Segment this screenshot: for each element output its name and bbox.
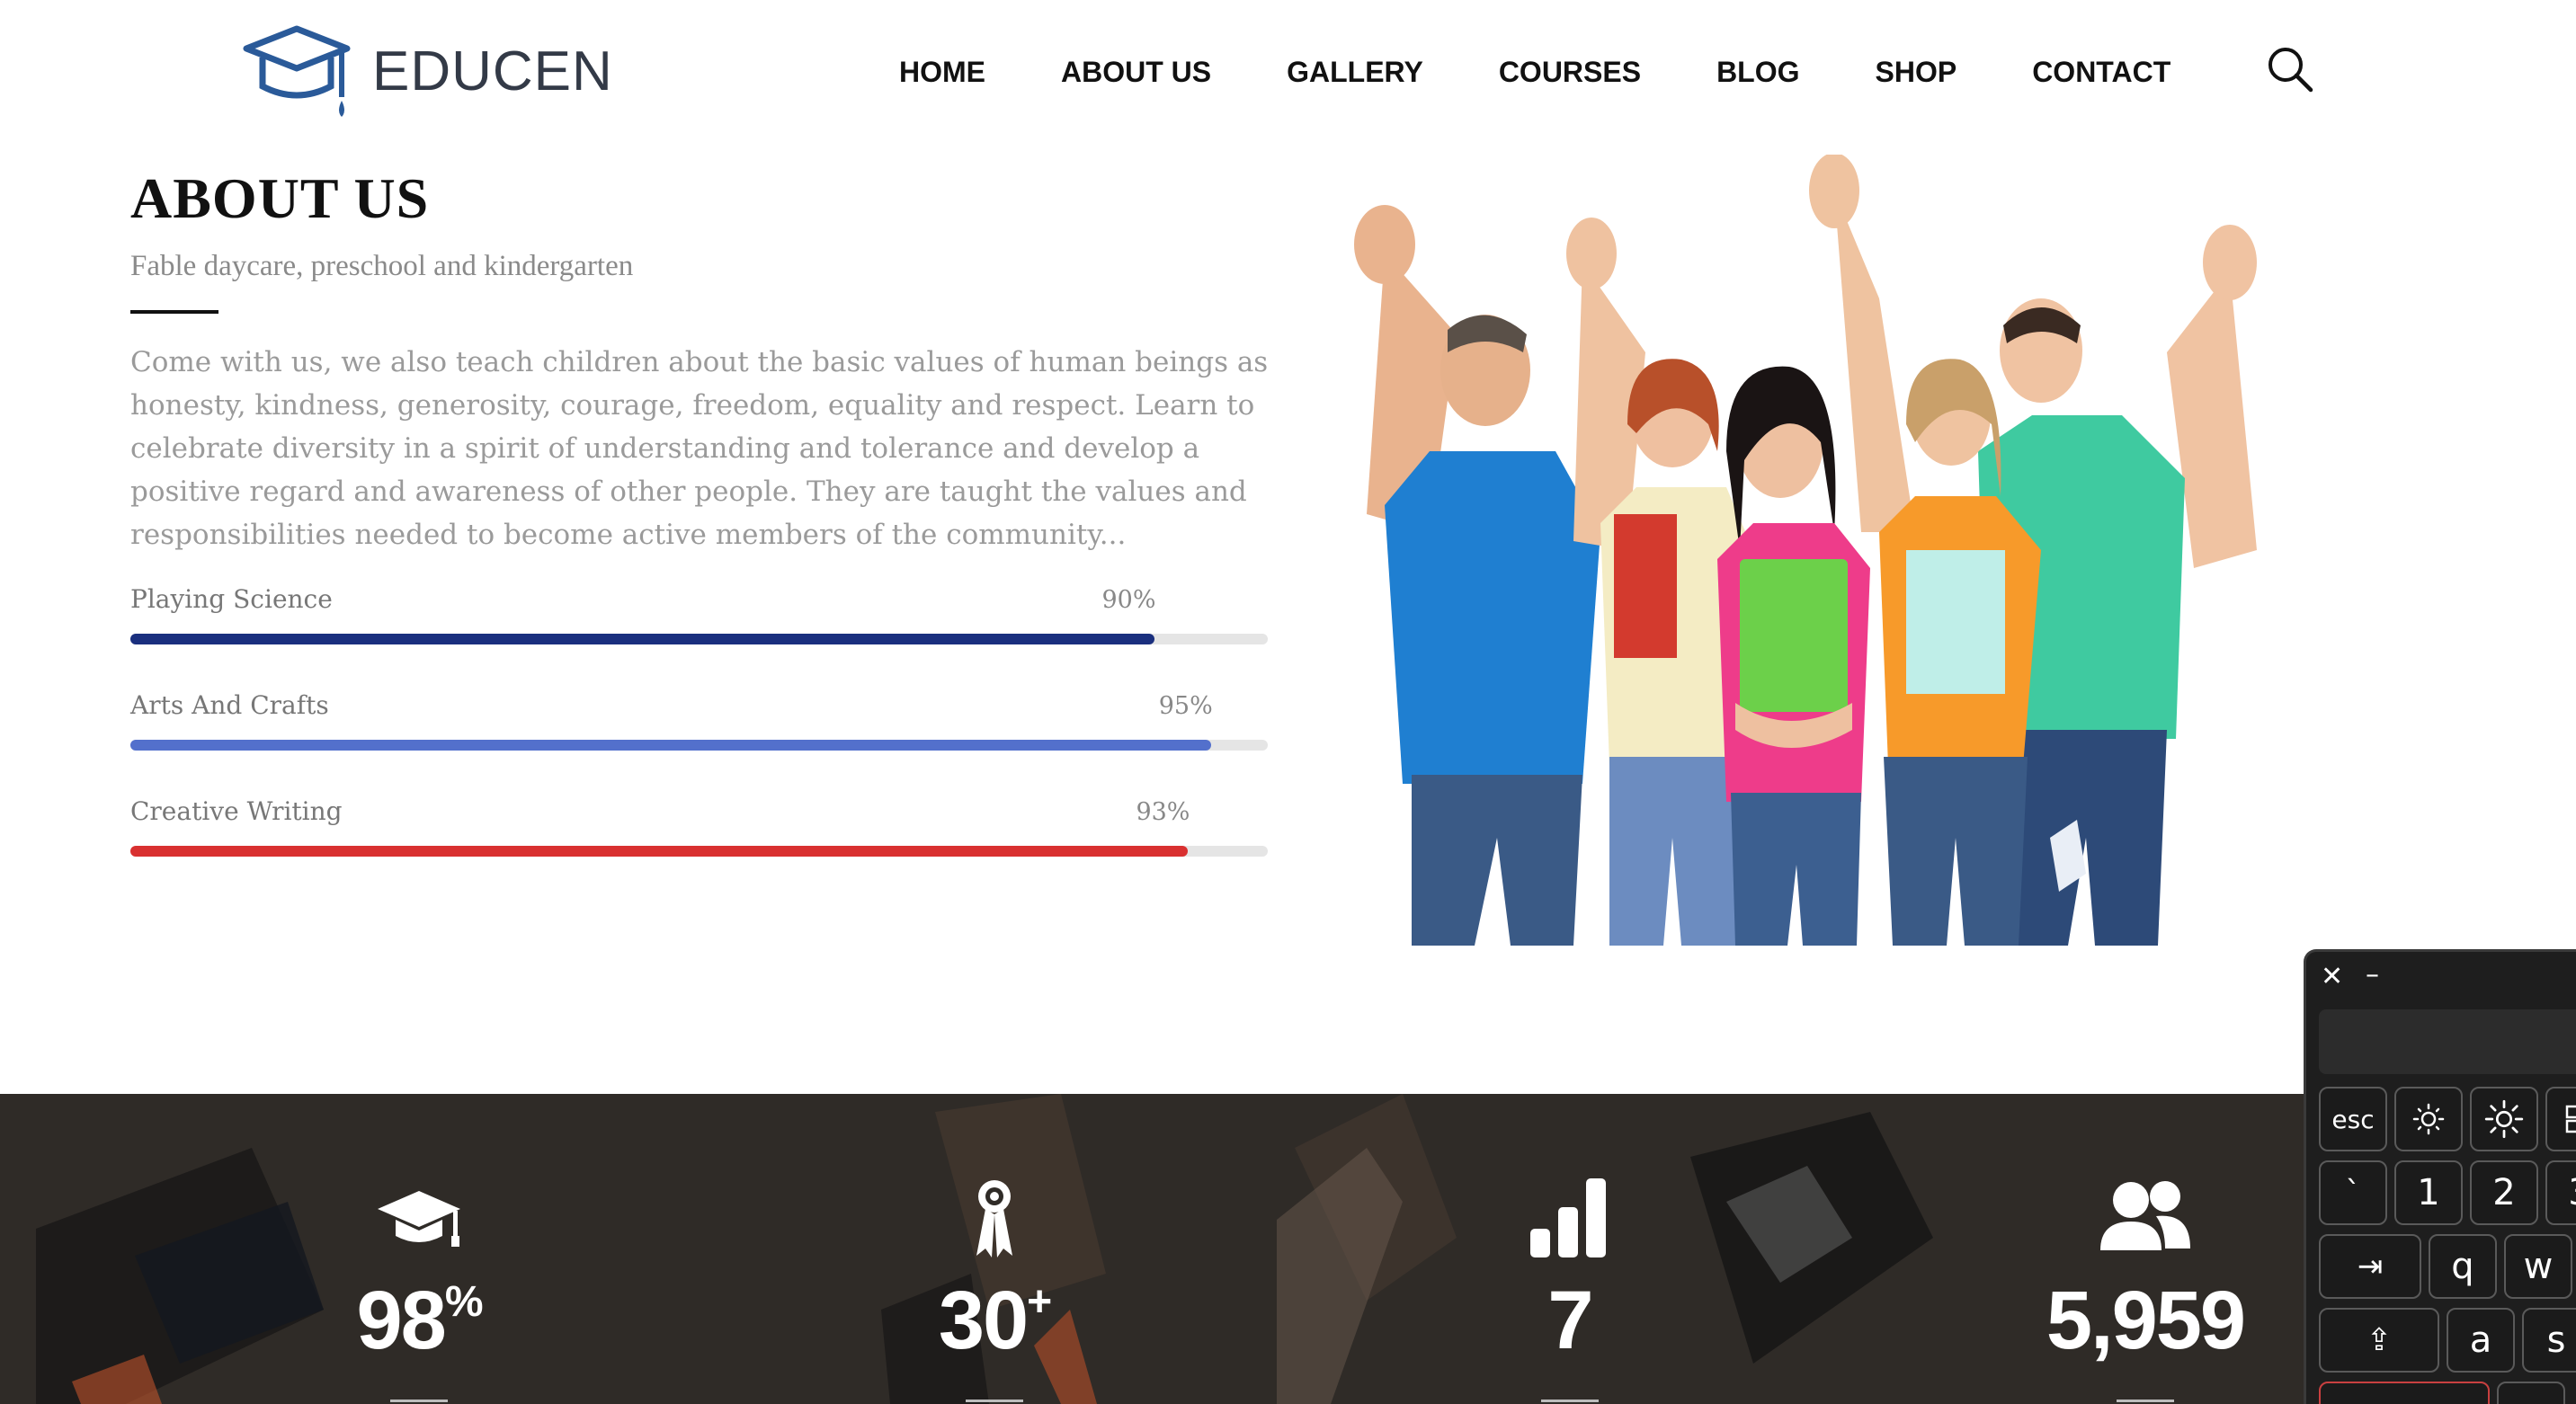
about-body: Come with us, we also teach children abo… bbox=[130, 346, 1269, 551]
key-esc[interactable]: esc bbox=[2319, 1087, 2387, 1151]
minimize-icon[interactable]: – bbox=[2366, 959, 2379, 991]
students-group-photo bbox=[1331, 155, 2320, 955]
keyboard-titlebar: ✕ – bbox=[2306, 952, 2576, 1006]
skill-label: Arts And Crafts bbox=[130, 690, 329, 720]
title-divider bbox=[130, 310, 218, 314]
close-icon[interactable]: ✕ bbox=[2321, 961, 2343, 992]
skill-percent: 93% bbox=[1136, 798, 1190, 826]
stat-courses: 7 bbox=[1435, 1094, 1705, 1404]
key-a[interactable]: a bbox=[2447, 1308, 2515, 1373]
brand-name: EDUCEN bbox=[372, 40, 613, 102]
skill-percent: 90% bbox=[1101, 586, 1156, 614]
key-tab[interactable]: ⇥ bbox=[2319, 1234, 2421, 1299]
student-figure bbox=[1354, 205, 1600, 946]
skills-list: Playing Science 90% Arts And Crafts 95% … bbox=[130, 584, 1268, 902]
stat-underline bbox=[2117, 1400, 2174, 1402]
nav-item-courses[interactable]: COURSES bbox=[1499, 56, 1641, 89]
key-2[interactable]: 2 bbox=[2470, 1160, 2538, 1225]
keyboard-input-display bbox=[2319, 1009, 2576, 1074]
stat-value: 30+ bbox=[938, 1275, 1052, 1366]
about-section: ABOUT US Fable daycare, preschool and ki… bbox=[130, 162, 1272, 556]
about-title: ABOUT US bbox=[130, 166, 430, 230]
brightness-down-icon bbox=[2412, 1103, 2445, 1135]
main-nav: HOME ABOUT US GALLERY COURSES BLOG SHOP … bbox=[899, 43, 2246, 101]
key-1[interactable]: 1 bbox=[2394, 1160, 2463, 1225]
nav-item-shop[interactable]: SHOP bbox=[1876, 56, 1957, 89]
nav-item-blog[interactable]: BLOG bbox=[1716, 56, 1799, 89]
users-icon bbox=[2100, 1181, 2190, 1250]
site-header: EDUCEN HOME ABOUT US GALLERY COURSES BLO… bbox=[0, 0, 2576, 144]
bar-chart-icon bbox=[1530, 1178, 1606, 1257]
graduation-cap-icon bbox=[243, 25, 351, 117]
stat-underline bbox=[390, 1400, 448, 1402]
key-brightness-down[interactable] bbox=[2394, 1087, 2463, 1151]
stat-value: 7 bbox=[1547, 1275, 1593, 1366]
nav-item-about-us[interactable]: ABOUT US bbox=[1061, 56, 1211, 89]
skill-track bbox=[130, 634, 1268, 644]
skill-label: Playing Science bbox=[130, 584, 333, 614]
stat-underline bbox=[966, 1400, 1023, 1402]
key-3[interactable]: 3 bbox=[2545, 1160, 2576, 1225]
skill-percent: 95% bbox=[1158, 692, 1213, 720]
key-caps-lock[interactable]: ⇪ bbox=[2319, 1308, 2439, 1373]
key-w[interactable]: w bbox=[2504, 1234, 2572, 1299]
key-shift[interactable] bbox=[2319, 1382, 2490, 1404]
key-backtick[interactable]: ` bbox=[2319, 1160, 2387, 1225]
skill-playing-science: Playing Science 90% bbox=[130, 584, 1268, 690]
stat-students: 5,959 bbox=[2010, 1094, 2280, 1404]
stat-value: 5,959 bbox=[2046, 1275, 2246, 1366]
search-icon[interactable] bbox=[2266, 45, 2314, 93]
skill-track bbox=[130, 846, 1268, 857]
student-figure bbox=[1717, 366, 1870, 946]
on-screen-keyboard: ✕ – esc ` 1 2 ⇥ q w ⇪ a s bbox=[2304, 949, 2576, 1404]
mission-control-icon bbox=[2565, 1105, 2576, 1133]
key-mission-control[interactable] bbox=[2545, 1087, 2576, 1151]
key-brightness-up[interactable] bbox=[2470, 1087, 2538, 1151]
graduation-cap-icon bbox=[378, 1191, 460, 1247]
stats-section: 98% 30+ 7 5,959 bbox=[0, 1094, 2576, 1404]
skill-track bbox=[130, 740, 1268, 751]
skill-creative-writing: Creative Writing 93% bbox=[130, 796, 1268, 902]
skill-progress-bar bbox=[130, 740, 1211, 751]
stat-value: 98% bbox=[356, 1275, 483, 1366]
nav-item-contact[interactable]: CONTACT bbox=[2032, 56, 2170, 89]
skill-progress-bar bbox=[130, 634, 1154, 644]
about-subtitle: Fable daycare, preschool and kindergarte… bbox=[130, 250, 634, 282]
brightness-up-icon bbox=[2484, 1099, 2524, 1139]
nav-item-home[interactable]: HOME bbox=[899, 56, 985, 89]
nav-item-gallery[interactable]: GALLERY bbox=[1287, 56, 1423, 89]
skill-arts-and-crafts: Arts And Crafts 95% bbox=[130, 690, 1268, 796]
key-q[interactable]: q bbox=[2429, 1234, 2497, 1299]
skill-label: Creative Writing bbox=[130, 796, 343, 826]
stat-graduates: 98% bbox=[284, 1094, 554, 1404]
key-z[interactable] bbox=[2497, 1382, 2565, 1404]
key-s[interactable]: s bbox=[2522, 1308, 2576, 1373]
skill-progress-bar bbox=[130, 846, 1189, 857]
award-ribbon-icon bbox=[976, 1180, 1012, 1257]
logo[interactable]: EDUCEN bbox=[241, 22, 613, 120]
stat-awards: 30+ bbox=[860, 1094, 1129, 1404]
stat-underline bbox=[1541, 1400, 1599, 1402]
